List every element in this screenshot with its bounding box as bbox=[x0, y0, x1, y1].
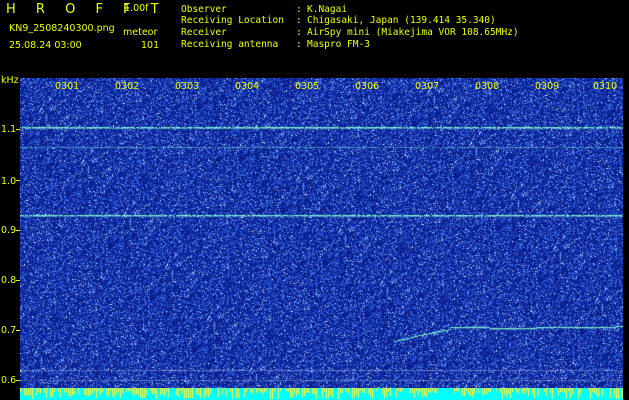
time-label-0306: 0306 bbox=[355, 81, 380, 92]
datetime-label: 25.08.24 03:00 bbox=[9, 40, 82, 51]
info-label-location: Receiving Location bbox=[181, 15, 284, 26]
time-label-0301: 0301 bbox=[55, 81, 80, 92]
freq-tick bbox=[16, 230, 20, 231]
count-label: 101 bbox=[141, 40, 160, 51]
time-label-0308: 0308 bbox=[475, 81, 500, 92]
freq-tick bbox=[16, 330, 20, 331]
info-value-location: Chigasaki, Japan (139.414 35.340) bbox=[307, 15, 496, 26]
info-sep: : bbox=[296, 39, 302, 50]
mode-label: meteor bbox=[123, 27, 158, 38]
freq-label-1-1: 1.1 bbox=[1, 124, 17, 135]
meteor-count-bar bbox=[20, 388, 623, 400]
info-sep: : bbox=[296, 27, 302, 38]
info-label-observer: Observer bbox=[181, 4, 227, 15]
time-label-0310: 0310 bbox=[593, 81, 618, 92]
freq-tick bbox=[16, 180, 20, 181]
time-label-0307: 0307 bbox=[415, 81, 440, 92]
filename-label: KN9_2508240300.png bbox=[9, 23, 115, 34]
info-value-receiver: AirSpy mini (Miakejima VOR 108.65MHz) bbox=[307, 27, 519, 38]
header-panel: H R O F F T 1.00f KN9_2508240300.png met… bbox=[0, 0, 629, 85]
time-label-0309: 0309 bbox=[535, 81, 560, 92]
freq-label-0-6: 0.6 bbox=[1, 375, 17, 386]
info-value-antenna: Maspro FM-3 bbox=[307, 39, 370, 50]
version-label: 1.00f bbox=[124, 3, 149, 14]
info-sep: : bbox=[296, 4, 302, 15]
info-value-observer: K.Nagai bbox=[307, 4, 348, 15]
axis-unit-label: kHz bbox=[1, 75, 19, 86]
time-label-0304: 0304 bbox=[235, 81, 260, 92]
spectrogram-canvas bbox=[20, 78, 623, 388]
freq-label-0-7: 0.7 bbox=[1, 325, 17, 336]
time-label-0302: 0302 bbox=[115, 81, 140, 92]
time-label-0303: 0303 bbox=[175, 81, 200, 92]
time-label-0305: 0305 bbox=[295, 81, 320, 92]
freq-label-0-8: 0.8 bbox=[1, 275, 17, 286]
info-label-antenna: Receiving antenna bbox=[181, 39, 279, 50]
freq-tick bbox=[16, 380, 20, 381]
info-label-receiver: Receiver bbox=[181, 27, 227, 38]
freq-label-1-0: 1.0 bbox=[1, 176, 17, 187]
freq-tick bbox=[16, 129, 20, 130]
freq-tick bbox=[16, 280, 20, 281]
freq-label-0-9: 0.9 bbox=[1, 225, 17, 236]
info-sep: : bbox=[296, 15, 302, 26]
